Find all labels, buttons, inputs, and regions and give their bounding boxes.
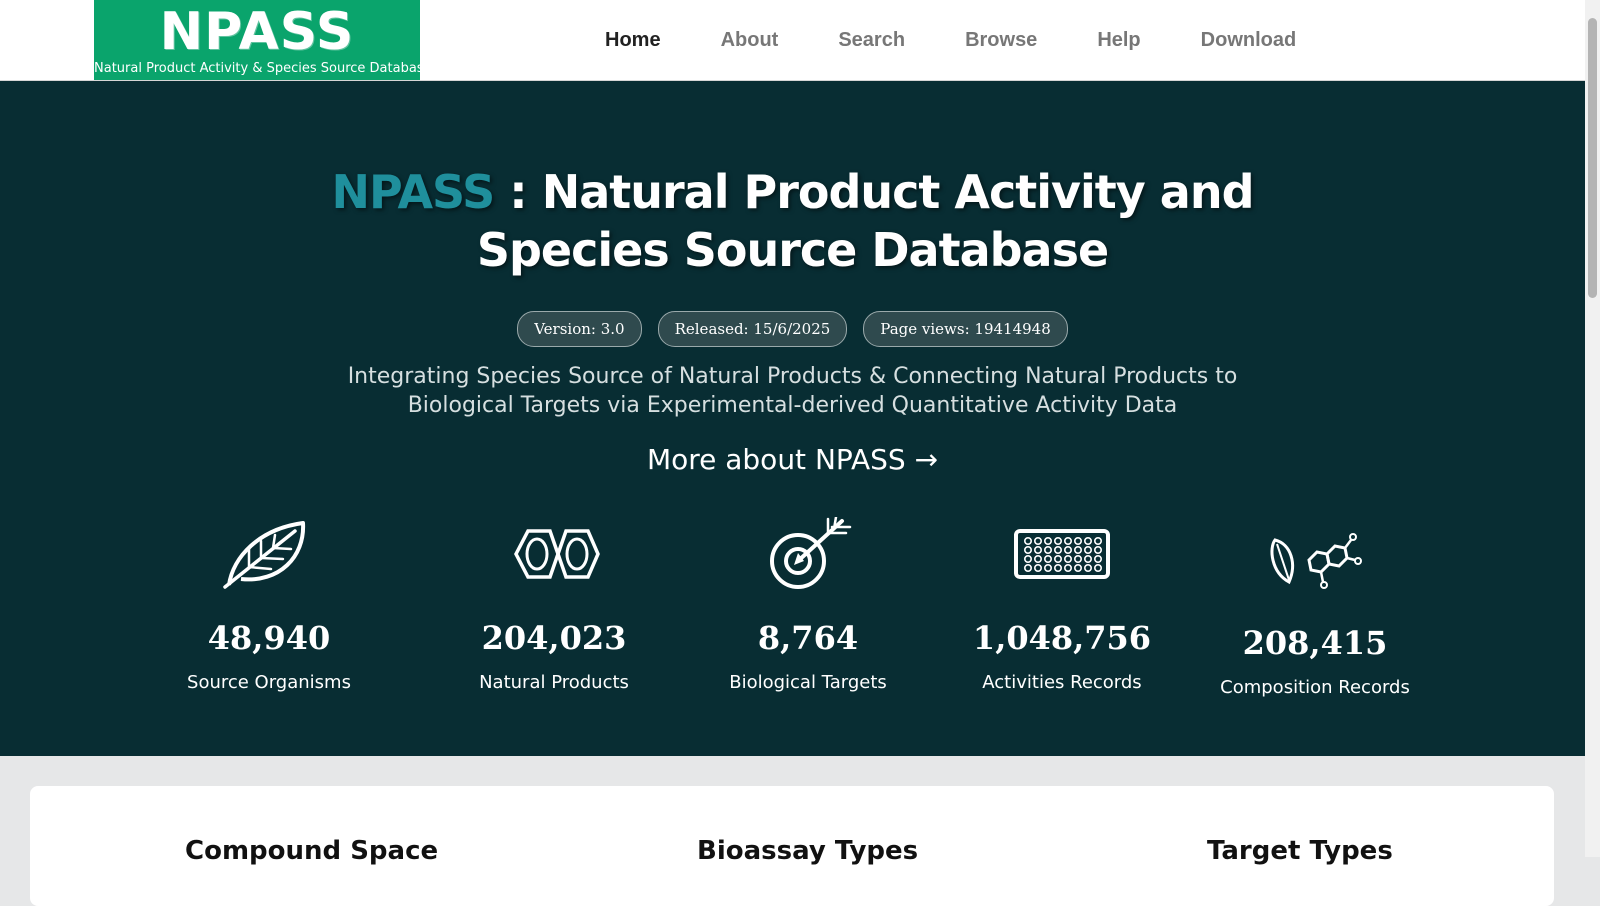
- scrollbar-thumb[interactable]: [1588, 18, 1597, 298]
- stat-value: 48,940: [207, 619, 331, 657]
- nav-download[interactable]: Download: [1201, 29, 1297, 52]
- logo-subtitle: Natural Product Activity & Species Sourc…: [94, 61, 432, 76]
- stat-biological-targets: 8,764 Biological Targets: [693, 517, 923, 695]
- nav-home[interactable]: Home: [605, 29, 661, 52]
- section-title-target-types: Target Types: [1207, 836, 1393, 866]
- stat-label: Natural Products: [479, 672, 629, 693]
- leaf-icon: [223, 521, 306, 589]
- target-icon: [770, 517, 852, 589]
- assay-plate-icon: [1014, 529, 1110, 579]
- molecule-rings-icon: [514, 529, 600, 579]
- stat-value: 8,764: [757, 619, 859, 657]
- site-logo[interactable]: NPASS Natural Product Activity & Species…: [94, 0, 432, 80]
- nav-about[interactable]: About: [721, 29, 779, 52]
- main-nav: Home About Search Browse Help Download: [605, 0, 1356, 80]
- stat-label: Biological Targets: [729, 672, 887, 693]
- stat-natural-products: 204,023 Natural Products: [439, 517, 669, 695]
- section-title-compound-space: Compound Space: [185, 836, 439, 866]
- hero-section: NPASS : Natural Product Activity and Spe…: [0, 81, 1585, 756]
- nav-browse[interactable]: Browse: [965, 29, 1037, 52]
- top-navbar: NPASS Natural Product Activity & Species…: [0, 0, 1585, 81]
- stat-composition-records: 208,415 Composition Records: [1200, 522, 1430, 700]
- nav-help[interactable]: Help: [1097, 29, 1140, 52]
- page-scrollbar[interactable]: [1585, 0, 1600, 857]
- nav-search[interactable]: Search: [838, 29, 905, 52]
- stat-value: 204,023: [481, 619, 627, 657]
- statistics-card: Compound Space Bioassay Types Target Typ…: [30, 786, 1554, 906]
- leaf-molecule-icon: [1270, 533, 1362, 589]
- stat-label: Activities Records: [982, 672, 1142, 693]
- stat-value: 1,048,756: [972, 619, 1152, 657]
- stat-source-organisms: 48,940 Source Organisms: [154, 517, 384, 695]
- section-title-bioassay-types: Bioassay Types: [697, 836, 919, 866]
- stat-label: Composition Records: [1220, 677, 1410, 698]
- stat-activities-records: 1,048,756 Activities Records: [947, 517, 1177, 695]
- stats-row: 48,940 Source Organisms 204,023 Natural …: [0, 81, 1585, 756]
- stat-value: 208,415: [1242, 624, 1388, 662]
- logo-title: NPASS: [159, 2, 355, 62]
- stat-label: Source Organisms: [187, 672, 351, 693]
